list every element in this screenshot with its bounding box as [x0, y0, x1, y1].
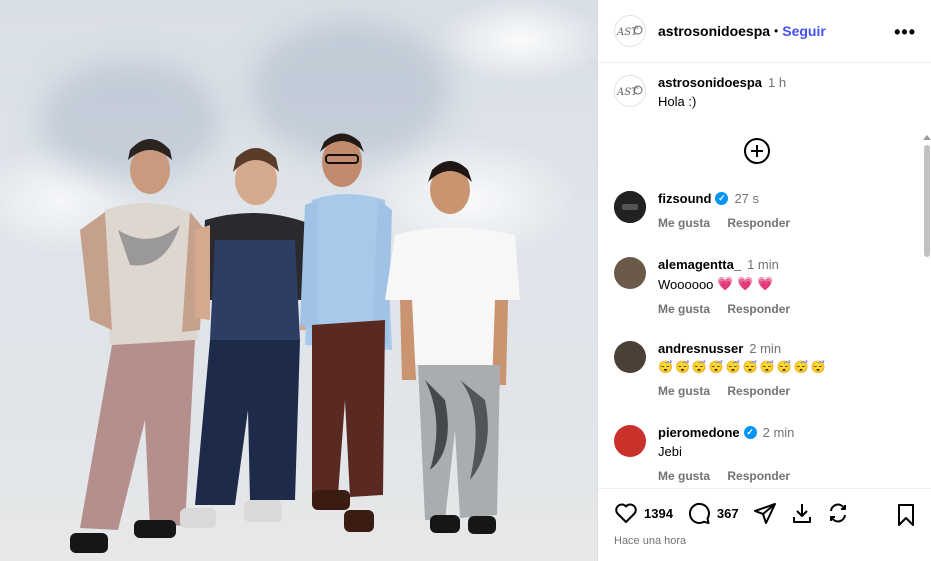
comment-time: 2 min	[762, 425, 795, 440]
download-icon[interactable]	[791, 502, 813, 524]
commenter-avatar[interactable]	[614, 257, 646, 289]
commenter-avatar[interactable]	[614, 191, 646, 223]
scrollbar-thumb[interactable]	[924, 145, 930, 257]
follow-button[interactable]: Seguir	[782, 23, 826, 39]
verified-badge-icon: ✓	[715, 192, 729, 205]
comment-item: andresnusser 2 min 😴😴😴😴😴😴😴😴😴😴 Me gusta R…	[614, 341, 914, 398]
like-heart-icon[interactable]	[614, 502, 638, 524]
person-3	[300, 133, 392, 532]
like-comment-button[interactable]: Me gusta	[658, 216, 710, 230]
comment-text: Jebi	[658, 444, 682, 459]
sleepy-emojis: 😴😴😴😴😴😴😴😴😴😴	[658, 360, 828, 374]
caption-text: Hola :)	[658, 94, 697, 109]
author-logo: AST	[615, 16, 645, 46]
commenter-avatar[interactable]	[614, 425, 646, 457]
comments-scrollbar[interactable]	[922, 135, 931, 488]
load-more-comments-icon[interactable]	[744, 138, 770, 164]
likes-count[interactable]: 1394	[644, 506, 673, 521]
person-2	[180, 148, 318, 528]
share-paper-plane-icon[interactable]	[753, 501, 777, 525]
comment-time: 2 min	[749, 341, 782, 356]
repost-icon[interactable]	[827, 502, 849, 524]
post-photo[interactable]	[0, 0, 597, 561]
scroll-up-arrow-icon[interactable]	[923, 135, 931, 140]
comments-list[interactable]: AST astrosonidoespa 1 h Hola :) fizsound…	[598, 63, 931, 488]
heart-emojis: 💗 💗 💗	[717, 276, 774, 291]
like-comment-button[interactable]: Me gusta	[658, 302, 710, 316]
comments-count[interactable]: 367	[717, 506, 739, 521]
reply-comment-button[interactable]: Responder	[727, 384, 790, 398]
comment-time: 1 min	[747, 257, 779, 272]
comment-bubble-icon[interactable]	[687, 501, 711, 525]
posted-time: Hace una hora	[614, 535, 687, 547]
post-header: AST astrosonidoespa • Seguir •••	[598, 0, 931, 63]
comment-text: Woooooo	[658, 276, 714, 292]
reply-comment-button[interactable]: Responder	[727, 302, 790, 316]
separator-dot: •	[774, 24, 779, 38]
svg-text:AST: AST	[616, 27, 639, 38]
post-panel: AST astrosonidoespa • Seguir ••• AST ast…	[597, 0, 931, 561]
svg-text:AST: AST	[616, 87, 639, 98]
bookmark-icon[interactable]	[896, 503, 916, 527]
commenter-username[interactable]: andresnusser	[658, 341, 743, 356]
post-actions-bar: 1394 367 Hace una hora	[598, 488, 931, 561]
reply-comment-button[interactable]: Responder	[727, 469, 790, 483]
caption-time: 1 h	[768, 75, 787, 90]
author-avatar[interactable]: AST	[614, 15, 646, 47]
author-username[interactable]: astrosonidoespa	[658, 23, 770, 39]
commenter-username[interactable]: alemagentta_	[658, 257, 741, 272]
band-members-illustration	[70, 133, 520, 553]
reply-comment-button[interactable]: Responder	[727, 216, 790, 230]
comment-time: 27 s	[734, 191, 760, 206]
comment-item: alemagentta_ 1 min Woooooo 💗 💗 💗 Me gust…	[614, 257, 914, 316]
commenter-username[interactable]: fizsound	[658, 191, 711, 206]
post-caption: AST astrosonidoespa 1 h Hola :)	[614, 75, 786, 109]
commenter-avatar[interactable]	[614, 341, 646, 373]
caption-username[interactable]: astrosonidoespa	[658, 75, 762, 90]
commenter-username[interactable]: pieromedone	[658, 425, 740, 440]
comment-item: pieromedone ✓ 2 min Jebi Me gusta Respon…	[614, 425, 914, 483]
person-1	[70, 139, 205, 553]
caption-avatar[interactable]: AST	[614, 75, 646, 107]
like-comment-button[interactable]: Me gusta	[658, 384, 710, 398]
verified-badge-icon: ✓	[743, 426, 757, 439]
person-4	[385, 161, 520, 534]
comment-item: fizsound ✓ 27 s Me gusta Responder	[614, 191, 914, 230]
like-comment-button[interactable]: Me gusta	[658, 469, 710, 483]
more-options-icon[interactable]: •••	[894, 22, 916, 43]
caption-logo: AST	[615, 76, 645, 106]
